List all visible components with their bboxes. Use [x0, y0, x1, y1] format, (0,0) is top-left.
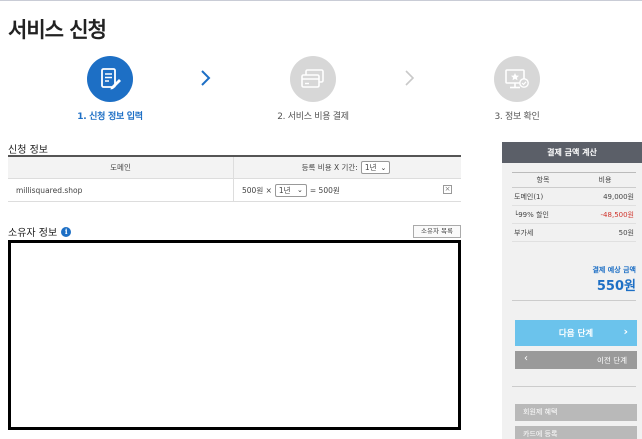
item-name: └99% 할인: [514, 210, 549, 219]
card-register-button[interactable]: 카드에 등록: [515, 426, 637, 439]
table-row: └99% 할인 -48,500원: [512, 206, 636, 224]
previous-step-button[interactable]: ‹ 이전 단계: [515, 351, 637, 369]
domain-cell: millisquared.shop: [8, 179, 234, 201]
info-icon[interactable]: i: [61, 226, 72, 237]
remove-row-button[interactable]: ×: [443, 185, 452, 194]
chevron-right-icon: [403, 68, 417, 92]
owner-list-button[interactable]: 소유자 목록: [413, 225, 461, 238]
step-1: 1. 신청 정보 입력: [50, 56, 170, 122]
cost-header: 비용: [598, 176, 612, 184]
payment-summary-title: 결제 금액 계산: [502, 142, 642, 163]
monitor-check-icon: [494, 56, 540, 102]
period-select-value: 1년: [278, 185, 291, 195]
chevron-down-icon: ⌄: [380, 163, 387, 172]
payment-table-header: 항목 비용: [512, 172, 636, 188]
item-cost: -48,500원: [600, 210, 634, 219]
payment-summary-table: 항목 비용 도메인(1) 49,000원 └99% 할인 -48,500원 부가…: [512, 172, 636, 242]
owner-section-label: 소유자 정보: [8, 228, 58, 239]
period-select[interactable]: 1년 ⌄: [274, 183, 307, 197]
item-cost: 50원: [618, 228, 634, 237]
application-table: 도메인 등록 비용 X 기간: 1년 ⌄ millisquared.shop 5…: [8, 155, 461, 202]
item-header: 항목: [536, 176, 550, 184]
item-cost: 49,000원: [603, 192, 634, 201]
step-3-label: 3. 정보 확인: [494, 112, 540, 122]
table-row: 도메인(1) 49,000원: [512, 188, 636, 206]
chevron-left-icon: ‹: [524, 353, 528, 364]
divider: [512, 386, 636, 387]
payment-summary-panel: 결제 금액 계산 항목 비용 도메인(1) 49,000원 └99% 할인 -4…: [502, 142, 642, 439]
top-divider: [0, 0, 642, 1]
step-2: 2. 서비스 비용 결제: [253, 56, 373, 122]
total-value: 550원: [596, 279, 636, 294]
divider: [512, 300, 636, 301]
item-name: 부가세: [514, 228, 534, 237]
period-select-header-value: 1년: [364, 163, 377, 172]
period-select-header[interactable]: 1년 ⌄: [360, 161, 391, 174]
price-text: 500원 ×: [242, 185, 272, 195]
fee-period-header: 등록 비용 X 기간: 1년 ⌄: [234, 157, 461, 178]
previous-step-label: 이전 단계: [597, 355, 627, 365]
owner-info-panel: [8, 240, 461, 430]
credit-card-icon: [290, 56, 336, 102]
row-total-text: = 500원: [309, 185, 340, 195]
page-title: 서비스 신청: [8, 18, 107, 42]
member-benefit-button[interactable]: 회원제 혜택: [515, 404, 637, 421]
chevron-down-icon: ⌄: [297, 186, 303, 194]
table-row: 부가세 50원: [512, 224, 636, 242]
step-2-label: 2. 서비스 비용 결제: [277, 112, 349, 122]
application-section-label: 신청 정보: [8, 145, 48, 156]
step-1-label: 1. 신청 정보 입력: [77, 112, 143, 122]
fee-period-label: 등록 비용 X 기간:: [301, 163, 358, 172]
item-name: 도메인(1): [514, 192, 544, 201]
step-3: 3. 정보 확인: [457, 56, 577, 122]
next-step-button[interactable]: 다음 단계 ›: [515, 320, 637, 346]
domain-column-header: 도메인: [8, 157, 234, 178]
application-table-header: 도메인 등록 비용 X 기간: 1년 ⌄: [8, 157, 461, 179]
table-row: millisquared.shop 500원 × 1년 ⌄ = 500원 ×: [8, 179, 461, 202]
chevron-right-icon: ›: [623, 325, 628, 338]
document-edit-icon: [87, 56, 133, 102]
total-label: 결제 예상 금액: [592, 266, 636, 274]
next-step-label: 다음 단계: [558, 329, 594, 339]
fee-cell: 500원 × 1년 ⌄ = 500원 ×: [234, 179, 461, 201]
chevron-right-icon: [199, 68, 213, 92]
owner-section-header: 소유자 정보 i: [8, 224, 72, 239]
